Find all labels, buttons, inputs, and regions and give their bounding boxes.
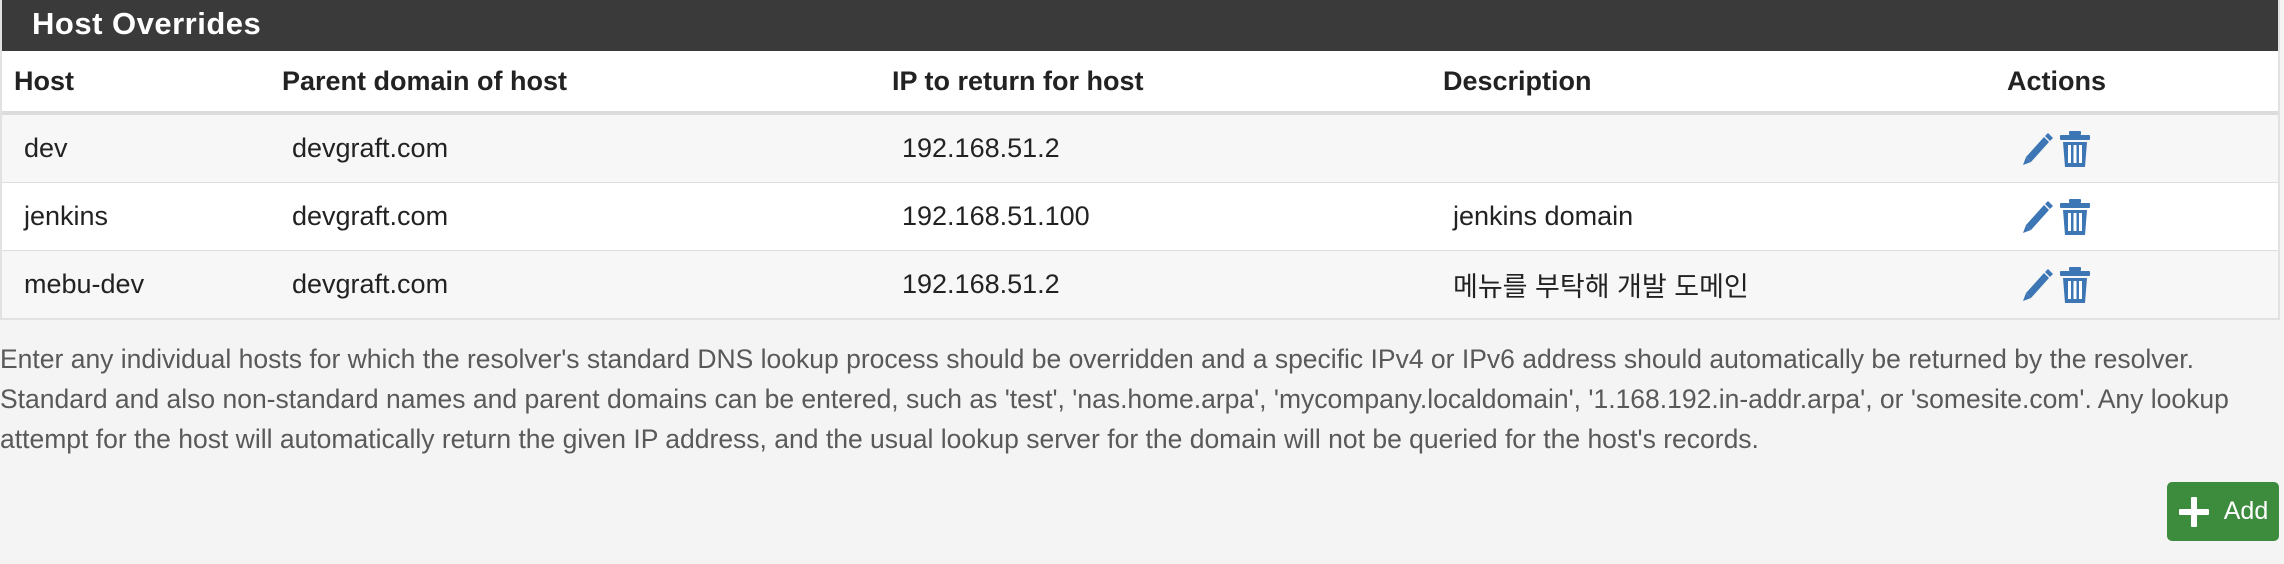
column-header-parent-domain: Parent domain of host [270,51,880,115]
add-button-label: Add [2223,497,2269,525]
table-header-row: Host Parent domain of host IP to return … [2,51,2278,115]
cell-domain: devgraft.com [270,250,880,318]
pencil-icon[interactable] [2017,198,2053,236]
column-header-description: Description [1431,51,1995,115]
column-header-actions: Actions [1995,51,2278,115]
help-text: Enter any individual hosts for which the… [0,344,2229,454]
host-overrides-table: Host Parent domain of host IP to return … [2,51,2278,318]
table-row: dev devgraft.com 192.168.51.2 [2,113,2278,183]
cell-ip: 192.168.51.2 [880,113,1431,183]
cell-host: dev [2,113,270,183]
plus-icon [2178,496,2210,528]
table-row: jenkins devgraft.com 192.168.51.100 jenk… [2,182,2278,251]
column-header-host: Host [2,51,270,115]
trash-icon[interactable] [2057,198,2093,236]
pencil-icon[interactable] [2017,130,2053,168]
cell-actions [1995,113,2278,183]
cell-domain: devgraft.com [270,113,880,183]
cell-actions [1995,182,2278,251]
column-header-ip: IP to return for host [880,51,1431,115]
cell-description [1431,113,1995,183]
cell-ip: 192.168.51.100 [880,182,1431,251]
cell-domain: devgraft.com [270,182,880,251]
pencil-icon[interactable] [2017,266,2053,304]
panel-title: Host Overrides [2,0,2278,51]
host-overrides-panel: Host Overrides Host Parent domain of hos… [0,0,2280,320]
cell-actions [1995,250,2278,318]
cell-description: 메뉴를 부탁해 개발 도메인 [1431,250,1995,318]
add-button[interactable]: Add [2167,482,2279,541]
table-row: mebu-dev devgraft.com 192.168.51.2 메뉴를 부… [2,250,2278,318]
cell-host: mebu-dev [2,250,270,318]
cell-host: jenkins [2,182,270,251]
trash-icon[interactable] [2057,130,2093,168]
cell-ip: 192.168.51.2 [880,250,1431,318]
cell-description: jenkins domain [1431,182,1995,251]
trash-icon[interactable] [2057,266,2093,304]
